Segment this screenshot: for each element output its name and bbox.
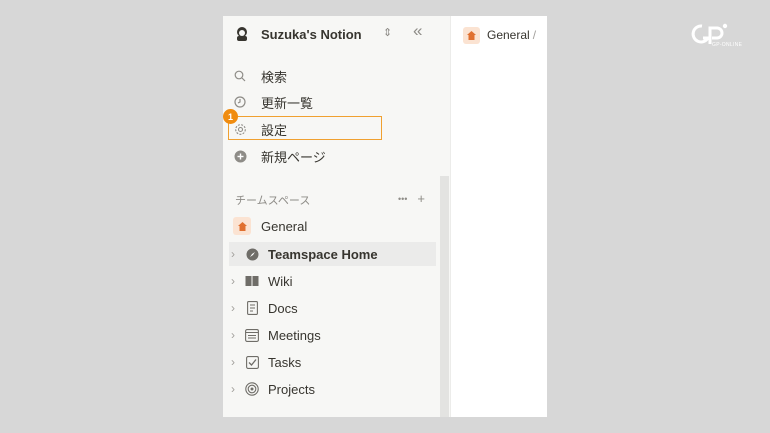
switch-workspace-icon[interactable]: ⇕	[383, 26, 392, 39]
house-icon	[463, 26, 480, 44]
new-page-menu-item[interactable]: 新規ページ	[233, 144, 383, 168]
add-teamspace-icon[interactable]: +	[417, 191, 425, 207]
settings-menu-item[interactable]: 設定	[233, 117, 383, 141]
tree-item-meetings[interactable]: › Meetings	[231, 323, 436, 347]
calendar-icon	[245, 328, 259, 342]
workspace-name: Suzuka's Notion	[261, 26, 362, 42]
house-icon	[233, 217, 251, 235]
tree-item-label: Tasks	[268, 354, 302, 370]
new-page-label: 新規ページ	[261, 149, 326, 165]
logo-text: GP-ONLINE	[712, 42, 743, 48]
general-label: General	[261, 218, 308, 234]
sidebar-scrollbar[interactable]	[440, 176, 449, 417]
chevron-right-icon[interactable]: ›	[231, 274, 241, 288]
tree-item-docs[interactable]: › Docs	[231, 296, 436, 320]
book-icon	[245, 274, 259, 288]
chevron-right-icon[interactable]: ›	[231, 301, 241, 315]
tree-item-projects[interactable]: › Projects	[231, 377, 436, 401]
tree-item-label: Projects	[268, 381, 315, 397]
compass-icon	[245, 247, 259, 261]
chevron-right-icon[interactable]: ›	[231, 355, 241, 369]
collapse-sidebar-icon[interactable]: «	[413, 21, 422, 41]
tree-item-label: Teamspace Home	[268, 246, 378, 262]
workspace-avatar-icon	[233, 25, 251, 43]
notion-window: Suzuka's Notion ⇕ « 検索 更新一覧 1 設定 新規ページ チ…	[223, 16, 547, 417]
breadcrumb[interactable]: General /	[463, 25, 536, 45]
teamspaces-header: チームスペース ••• +	[235, 191, 425, 208]
checkbox-icon	[245, 355, 259, 369]
gear-icon	[233, 122, 247, 136]
search-icon	[233, 69, 247, 83]
plus-circle-icon	[233, 149, 247, 163]
updates-menu-item[interactable]: 更新一覧	[233, 90, 383, 114]
document-icon	[245, 301, 259, 315]
updates-label: 更新一覧	[261, 95, 314, 111]
chevron-right-icon[interactable]: ›	[231, 247, 241, 261]
tree-item-label: Docs	[268, 300, 298, 316]
search-label: 検索	[261, 69, 288, 85]
tree-item-label: Wiki	[268, 273, 293, 289]
chevron-right-icon[interactable]: ›	[231, 382, 241, 396]
breadcrumb-separator: /	[532, 28, 537, 42]
tree-item-teamspace-home[interactable]: › Teamspace Home	[229, 242, 436, 266]
teamspace-general[interactable]: General	[233, 215, 433, 237]
target-icon	[245, 382, 259, 396]
sidebar: Suzuka's Notion ⇕ « 検索 更新一覧 1 設定 新規ページ チ…	[223, 16, 451, 417]
tree-item-label: Meetings	[268, 327, 321, 343]
teamspaces-heading: チームスペース	[235, 195, 311, 207]
workspace-switcher[interactable]: Suzuka's Notion ⇕ «	[233, 21, 433, 46]
tree-item-tasks[interactable]: › Tasks	[231, 350, 436, 374]
more-options-icon[interactable]: •••	[398, 191, 407, 207]
clock-icon	[233, 95, 247, 109]
gp-online-logo: GP-ONLINE	[690, 22, 750, 52]
search-menu-item[interactable]: 検索	[233, 64, 383, 88]
breadcrumb-page[interactable]: General	[487, 28, 530, 42]
settings-label: 設定	[261, 122, 288, 138]
chevron-right-icon[interactable]: ›	[231, 328, 241, 342]
tree-item-wiki[interactable]: › Wiki	[231, 269, 436, 293]
